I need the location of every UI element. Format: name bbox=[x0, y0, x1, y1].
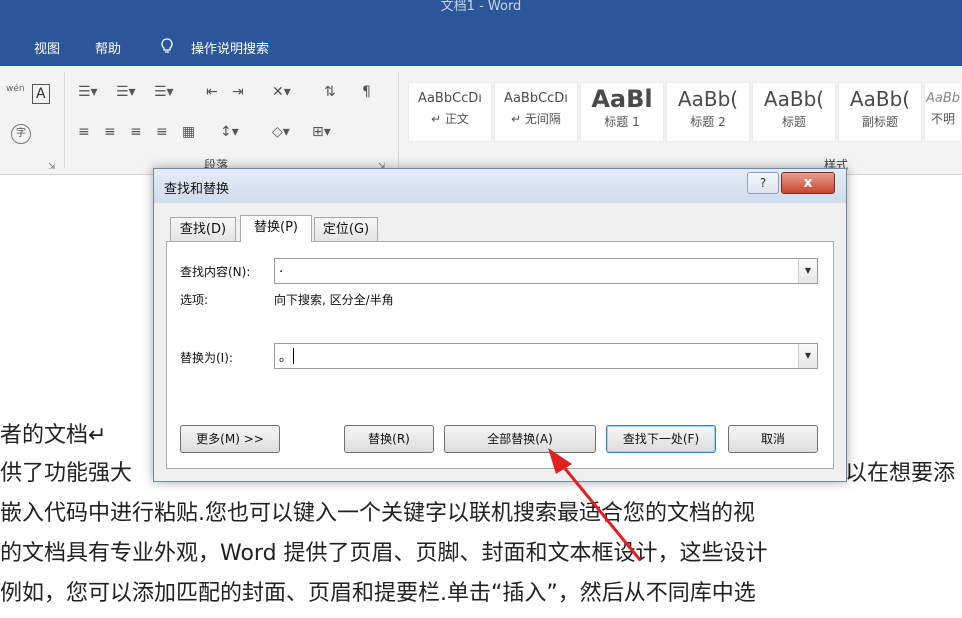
tab-replace[interactable]: 替换(P) bbox=[240, 215, 312, 242]
annotation-arrow-icon bbox=[548, 448, 642, 561]
